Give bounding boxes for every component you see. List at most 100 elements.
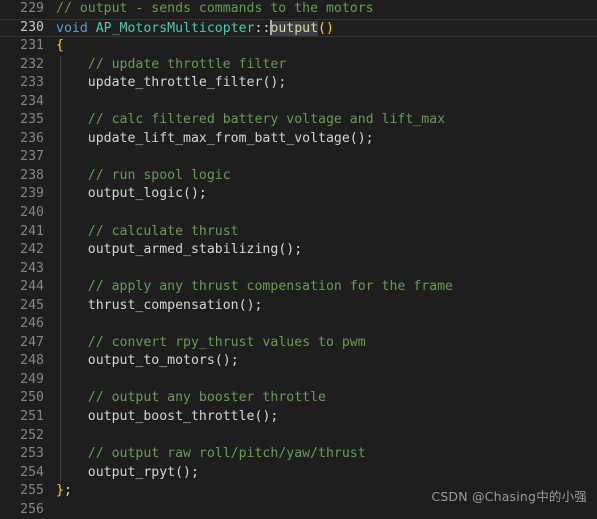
line-number: 249 [20, 371, 44, 387]
code-line[interactable]: 250 // output any booster throttle [0, 389, 597, 409]
code-line-content[interactable]: update_throttle_filter(); [56, 74, 287, 93]
code-line[interactable]: 251 output_boost_throttle(); [0, 408, 597, 427]
indent-guide [60, 426, 61, 446]
code-line[interactable]: 249 [0, 370, 597, 390]
code-line[interactable]: 240 [0, 204, 597, 223]
code-line[interactable]: 246 [0, 315, 597, 334]
code-line[interactable]: 253 // output raw roll/pitch/yaw/thrust [0, 445, 597, 464]
code-line[interactable]: 242 output_armed_stabilizing(); [0, 241, 597, 260]
code-line[interactable]: 236 update_lift_max_from_batt_voltage(); [0, 129, 597, 149]
code-line-content[interactable]: // calc filtered battery voltage and lif… [56, 111, 445, 130]
code-token: output_boost_throttle [87, 409, 255, 425]
line-number: 233 [20, 75, 44, 91]
code-line[interactable]: 237 [0, 148, 597, 167]
code-line-content[interactable]: output_logic(); [56, 185, 207, 204]
code-line-content[interactable]: // apply any thrust compensation for the… [56, 278, 453, 297]
line-number: 256 [20, 501, 44, 517]
indent-guide [60, 370, 61, 390]
code-line[interactable]: 229 // output - sends commands to the mot… [0, 0, 597, 19]
line-number: 235 [20, 112, 44, 128]
code-token: // apply any thrust compensation for the… [87, 279, 453, 295]
code-token: } [56, 483, 64, 499]
line-number: 230 [20, 19, 44, 35]
line-number: 248 [20, 353, 44, 369]
code-line[interactable]: 254 output_rpyt(); [0, 463, 597, 483]
code-token: ( [318, 20, 326, 36]
code-token: (); [278, 242, 303, 258]
code-line[interactable]: 231 { [0, 37, 597, 56]
code-editor[interactable]: 229 // output - sends commands to the mot… [0, 0, 597, 519]
code-line-content[interactable]: // output raw roll/pitch/yaw/thrust [56, 445, 366, 464]
code-line-content[interactable]: { [56, 37, 64, 56]
code-line[interactable]: 243 [0, 259, 597, 279]
code-line[interactable]: 232 // update throttle filter [0, 55, 597, 75]
code-lines-container[interactable]: 229 // output - sends commands to the mot… [0, 0, 597, 519]
code-line-content[interactable]: // update throttle filter [56, 56, 287, 75]
code-line[interactable]: 247 // convert rpy_thrust values to pwm [0, 333, 597, 353]
code-line-content[interactable]: // output any booster throttle [56, 389, 326, 408]
code-token: (); [254, 409, 279, 425]
code-line[interactable]: 234 [0, 92, 597, 112]
line-number: 234 [20, 93, 44, 109]
code-token: output [270, 20, 319, 36]
code-line[interactable]: 244 // apply any thrust compensation for… [0, 278, 597, 297]
code-line[interactable]: 233 update_throttle_filter(); [0, 74, 597, 93]
code-line-content[interactable]: // calculate thrust [56, 223, 239, 242]
code-token: output_rpyt [87, 464, 176, 480]
code-line-content[interactable]: output_to_motors(); [56, 352, 239, 371]
code-token: ) [326, 20, 334, 36]
code-line-content[interactable]: output_rpyt(); [56, 464, 199, 483]
code-line-content[interactable]: output_armed_stabilizing(); [56, 241, 302, 260]
code-token: // convert rpy_thrust values to pwm [87, 334, 366, 350]
code-line[interactable]: 235 // calc filtered battery voltage and… [0, 111, 597, 130]
code-token: update_throttle_filter [87, 75, 263, 91]
code-line[interactable]: 245 thrust_compensation(); [0, 296, 597, 316]
code-line[interactable]: 256 [0, 501, 597, 519]
code-line[interactable]: 230 void AP_MotorsMulticopter::output() [0, 18, 597, 38]
indent-guide [60, 259, 61, 279]
code-token: (); [349, 130, 374, 146]
line-number: 243 [20, 260, 44, 276]
code-token: // output any booster throttle [87, 390, 326, 406]
line-number: 254 [20, 464, 44, 480]
line-number: 231 [20, 38, 44, 54]
line-number: 232 [20, 56, 44, 72]
code-line-content[interactable]: }; [56, 482, 72, 501]
code-line[interactable]: 252 [0, 426, 597, 446]
code-token: // calc filtered battery voltage and lif… [87, 112, 446, 128]
code-line[interactable]: 255}; [0, 482, 597, 501]
code-line[interactable]: 238 // run spool logic [0, 166, 597, 186]
code-line[interactable]: 239 output_logic(); [0, 185, 597, 205]
code-line[interactable]: 248 output_to_motors(); [0, 352, 597, 371]
line-number: 236 [20, 130, 44, 146]
code-line-content[interactable]: update_lift_max_from_batt_voltage(); [56, 130, 374, 149]
line-number: 239 [20, 186, 44, 202]
code-line[interactable]: 241 // calculate thrust [0, 222, 597, 242]
line-number: 245 [20, 297, 44, 313]
code-token: // run spool logic [87, 167, 231, 183]
code-token: (); [214, 353, 239, 369]
code-line-content[interactable]: void AP_MotorsMulticopter::output() [56, 19, 334, 38]
code-line-content[interactable]: thrust_compensation(); [56, 297, 263, 316]
indent-guide [60, 148, 61, 167]
code-token: { [56, 38, 64, 54]
code-token: // update throttle filter [87, 56, 287, 72]
line-number: 250 [20, 390, 44, 406]
code-token: (); [175, 464, 199, 480]
code-line-content[interactable]: // output - sends commands to the motors [56, 0, 374, 19]
indent-guide [60, 315, 61, 334]
code-line-content[interactable]: // run spool logic [56, 167, 231, 186]
code-token: ; [63, 483, 72, 499]
code-line-content[interactable]: output_boost_throttle(); [56, 408, 279, 427]
code-line-content[interactable]: // convert rpy_thrust values to pwm [56, 334, 366, 353]
code-token: // calculate thrust [87, 223, 239, 239]
line-number: 255 [20, 483, 44, 499]
code-token: (); [238, 297, 263, 313]
